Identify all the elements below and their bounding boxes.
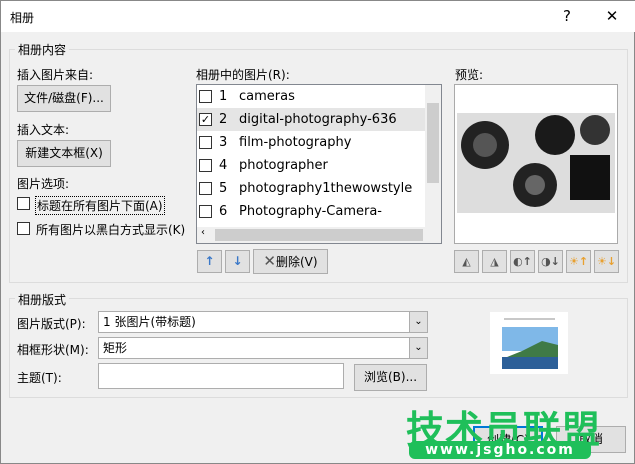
- chevron-down-icon: ⌄: [409, 338, 427, 358]
- picture-list-item[interactable]: 5 photography1thewowstyle: [197, 177, 427, 200]
- rotate-right-icon: ◮: [490, 255, 499, 268]
- scroll-left-icon[interactable]: ‹: [201, 227, 205, 238]
- picture-number: 6: [219, 204, 228, 219]
- file-disk-button[interactable]: 文件/磁盘(F)...: [17, 85, 111, 112]
- picture-checkbox[interactable]: [199, 182, 212, 195]
- pictures-list[interactable]: 1 cameras ✓ 2 digital-photography-636 3 film-p…: [196, 84, 442, 244]
- theme-input[interactable]: [98, 363, 344, 389]
- vertical-scrollbar[interactable]: [425, 85, 441, 228]
- picture-list-item[interactable]: 6 Photography-Camera-: [197, 200, 427, 223]
- delete-icon: ✕: [263, 252, 276, 270]
- picture-checkbox[interactable]: [199, 205, 212, 218]
- brightness-up-button[interactable]: ☀↑: [566, 250, 591, 273]
- picture-number: 2: [219, 112, 228, 127]
- picture-list-item[interactable]: 4 photographer: [197, 154, 427, 177]
- picture-layout-value: 1 张图片(带标题): [103, 315, 196, 329]
- album-layout-legend: 相册版式: [15, 291, 70, 308]
- contrast-down-icon: ◑↓: [541, 255, 560, 268]
- picture-checkbox[interactable]: ✓: [199, 113, 212, 126]
- picture-options-label: 图片选项:: [17, 177, 70, 191]
- title-bar: [1, 1, 635, 32]
- picture-name: cameras: [239, 89, 295, 104]
- picture-name: photography1thewowstyle: [239, 181, 413, 196]
- picture-checkbox[interactable]: [199, 136, 212, 149]
- black-white-checkbox[interactable]: [17, 222, 30, 235]
- insert-from-label: 插入图片来自:: [17, 68, 94, 82]
- picture-number: 5: [219, 181, 228, 196]
- theme-label: 主题(T):: [17, 371, 62, 385]
- chevron-down-icon: ⌄: [409, 312, 427, 332]
- caption-below-checkbox[interactable]: [17, 197, 30, 210]
- picture-name: digital-photography-636: [239, 112, 397, 127]
- contrast-down-button[interactable]: ◑↓: [538, 250, 563, 273]
- move-down-button[interactable]: ↓: [225, 250, 250, 273]
- picture-checkbox[interactable]: [199, 159, 212, 172]
- picture-list-item[interactable]: 1 cameras: [197, 85, 427, 108]
- landscape-thumbnail: [502, 327, 558, 369]
- window-title: 相册: [10, 11, 35, 25]
- delete-button[interactable]: ✕删除(V): [253, 249, 328, 274]
- brightness-down-button[interactable]: ☀↓: [594, 250, 619, 273]
- picture-name: Photography-Camera-: [239, 204, 382, 219]
- move-up-button[interactable]: ↑: [197, 250, 222, 273]
- picture-number: 1: [219, 89, 228, 104]
- new-textbox-button[interactable]: 新建文本框(X): [17, 140, 111, 167]
- scroll-thumb[interactable]: [427, 103, 439, 183]
- delete-label: 删除(V): [276, 255, 318, 269]
- help-button[interactable]: ?: [552, 5, 582, 27]
- browse-button[interactable]: 浏览(B)...: [354, 364, 427, 391]
- rotate-left-button[interactable]: ◭: [454, 250, 479, 273]
- picture-name: film-photography: [239, 135, 352, 150]
- picture-name: photographer: [239, 158, 328, 173]
- cameras-photo: [457, 113, 615, 213]
- picture-list-item[interactable]: 3 film-photography: [197, 131, 427, 154]
- insert-text-label: 插入文本:: [17, 123, 70, 137]
- frame-shape-select[interactable]: 矩形 ⌄: [98, 337, 428, 359]
- pictures-label: 相册中的图片(R):: [196, 68, 290, 82]
- album-content-legend: 相册内容: [15, 41, 70, 58]
- picture-layout-select[interactable]: 1 张图片(带标题) ⌄: [98, 311, 428, 333]
- layout-preview: [490, 312, 568, 374]
- picture-list-item[interactable]: ✓ 2 digital-photography-636: [197, 108, 427, 131]
- rotate-right-button[interactable]: ◮: [482, 250, 507, 273]
- brightness-down-icon: ☀↓: [596, 255, 617, 268]
- caption-below-label[interactable]: 标题在所有图片下面(A): [35, 196, 165, 215]
- picture-layout-label: 图片版式(P):: [17, 317, 86, 331]
- preview-label: 预览:: [455, 68, 484, 82]
- contrast-up-button[interactable]: ◐↑: [510, 250, 535, 273]
- picture-number: 4: [219, 158, 228, 173]
- close-button[interactable]: ✕: [597, 5, 627, 27]
- picture-checkbox[interactable]: [199, 90, 212, 103]
- picture-number: 3: [219, 135, 228, 150]
- frame-shape-value: 矩形: [103, 341, 128, 355]
- black-white-label[interactable]: 所有图片以黑白方式显示(K): [36, 221, 185, 238]
- contrast-up-icon: ◐↑: [513, 255, 532, 268]
- hscroll-thumb[interactable]: [215, 229, 423, 241]
- brightness-up-icon: ☀↑: [568, 255, 589, 268]
- rotate-left-icon: ◭: [462, 255, 471, 268]
- watermark-url: www.jsgho.com: [409, 441, 591, 459]
- frame-shape-label: 相框形状(M):: [17, 343, 89, 357]
- horizontal-scrollbar[interactable]: ‹: [197, 227, 441, 243]
- preview-image: [454, 84, 618, 244]
